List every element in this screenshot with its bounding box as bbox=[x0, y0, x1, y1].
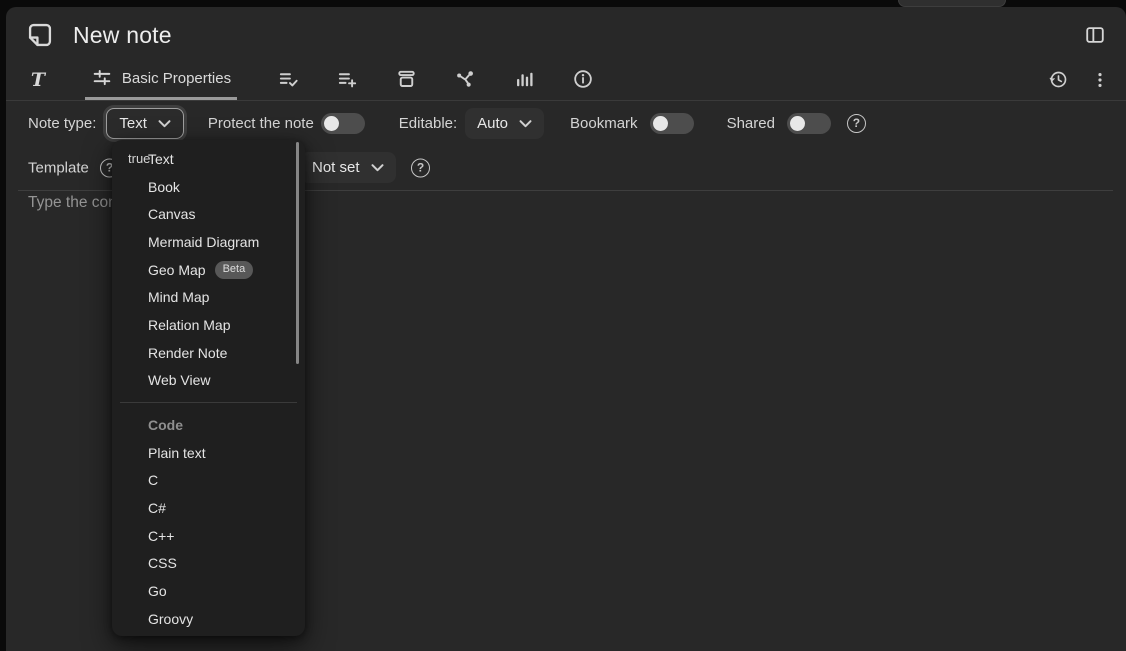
list-plus-icon bbox=[336, 68, 359, 91]
code-type-option-label: CSS bbox=[148, 555, 177, 571]
ribbon-right-group bbox=[1036, 59, 1122, 100]
shared-help-icon[interactable]: ? bbox=[847, 114, 866, 133]
note-type-list: true Text ✓ Book ✓ Canvas ✓ Mermaid Diag… bbox=[112, 140, 305, 394]
sliders-icon bbox=[91, 67, 113, 89]
note-title-row: New note bbox=[6, 7, 1126, 59]
note-type-option-label: Text bbox=[148, 151, 174, 167]
tab-basic-properties-label: Basic Properties bbox=[122, 70, 231, 87]
note-type-option[interactable]: ✓ Mermaid Diagram bbox=[112, 228, 305, 256]
note-type-select[interactable]: Text bbox=[106, 108, 184, 139]
archive-icon bbox=[395, 68, 418, 91]
tab-inherited-attributes[interactable] bbox=[318, 59, 377, 100]
code-type-option[interactable]: Groovy bbox=[112, 605, 305, 633]
note-type-option[interactable]: ✓ Canvas bbox=[112, 200, 305, 228]
code-type-option-label: Plain text bbox=[148, 445, 206, 461]
chevron-down-icon bbox=[371, 162, 384, 173]
tab-formatting[interactable]: T bbox=[20, 59, 56, 100]
basic-properties-row: Note type: Text Protect the note Editabl… bbox=[6, 101, 1126, 145]
kebab-menu-icon bbox=[1090, 70, 1110, 90]
window-tab-handle bbox=[898, 0, 1006, 7]
note-type-option[interactable]: ✓ Mind Map bbox=[112, 283, 305, 311]
code-type-option-label: C++ bbox=[148, 528, 174, 544]
list-check-icon bbox=[277, 68, 300, 91]
toggle-knob bbox=[790, 116, 805, 131]
code-section-header: Code bbox=[112, 411, 305, 439]
template-value: Not set bbox=[312, 159, 360, 176]
code-type-option[interactable]: Go bbox=[112, 577, 305, 605]
network-chart-icon bbox=[454, 68, 477, 91]
revisions-history-button[interactable] bbox=[1036, 59, 1080, 100]
note-type-option-label: Web View bbox=[148, 372, 211, 388]
note-type-option[interactable]: ✓ Render Note bbox=[112, 339, 305, 367]
code-type-option[interactable]: C# bbox=[112, 494, 305, 522]
split-pane-button[interactable] bbox=[1078, 18, 1112, 52]
editable-label: Editable: bbox=[399, 115, 457, 132]
tab-note-info[interactable] bbox=[554, 59, 613, 100]
note-type-option-label: Book bbox=[148, 179, 180, 195]
code-type-option[interactable]: CSS bbox=[112, 550, 305, 578]
toggle-knob bbox=[324, 116, 339, 131]
beta-badge: Beta bbox=[215, 261, 254, 279]
info-circle-icon bbox=[572, 68, 595, 91]
editable-value: Auto bbox=[477, 115, 508, 132]
shared-toggle[interactable] bbox=[787, 113, 831, 134]
note-type-option-label: Mermaid Diagram bbox=[148, 234, 259, 250]
template-label: Template bbox=[28, 159, 89, 176]
note-type-option-label: Mind Map bbox=[148, 289, 209, 305]
note-detail-panel: New note T bbox=[6, 7, 1126, 651]
note-type-option[interactable]: ✓ Relation Map bbox=[112, 311, 305, 339]
history-clock-icon bbox=[1048, 69, 1069, 90]
note-type-option-label: Render Note bbox=[148, 345, 227, 361]
template-select[interactable]: Not set bbox=[300, 152, 396, 183]
note-type-option[interactable]: ✓ Web View bbox=[112, 367, 305, 395]
tab-note-map[interactable] bbox=[495, 59, 554, 100]
note-type-option-label: Canvas bbox=[148, 206, 195, 222]
ribbon-tab-bar: T Basic Properties bbox=[6, 59, 1126, 101]
note-type-value: Text bbox=[119, 115, 147, 132]
bookmark-label: Bookmark bbox=[570, 115, 638, 132]
editable-select[interactable]: Auto bbox=[465, 108, 544, 139]
protect-note-toggle[interactable] bbox=[321, 113, 365, 134]
code-type-option-label: Groovy bbox=[148, 611, 193, 627]
shared-label: Shared bbox=[727, 115, 775, 132]
note-type-option[interactable]: ✓ Geo Map Beta bbox=[112, 256, 305, 284]
code-type-option[interactable]: Plain text bbox=[112, 439, 305, 467]
tab-basic-properties[interactable]: Basic Properties bbox=[85, 59, 237, 100]
bar-chart-icon bbox=[513, 68, 536, 91]
code-type-option-label: C bbox=[148, 472, 158, 488]
chevron-down-icon bbox=[519, 118, 532, 129]
note-icon bbox=[24, 19, 56, 51]
code-type-option-label: Go bbox=[148, 583, 167, 599]
chevron-down-icon bbox=[158, 118, 171, 129]
note-type-option[interactable]: true Text bbox=[112, 145, 305, 173]
note-type-option[interactable]: ✓ Book bbox=[112, 173, 305, 201]
check-icon: true bbox=[128, 151, 150, 166]
tab-owned-attributes[interactable] bbox=[259, 59, 318, 100]
dropdown-scrollbar-thumb[interactable] bbox=[296, 142, 299, 364]
code-type-list: Plain text C C# C++ CSS Go Groovy bbox=[112, 439, 305, 633]
serif-t-icon: T bbox=[31, 69, 45, 91]
note-title[interactable]: New note bbox=[73, 22, 172, 49]
template-help-icon[interactable]: ? bbox=[411, 158, 430, 177]
note-type-option-label: Geo Map bbox=[148, 262, 206, 278]
code-type-option-label: C# bbox=[148, 500, 166, 516]
note-type-label: Note type: bbox=[28, 115, 96, 132]
tab-note-paths[interactable] bbox=[436, 59, 495, 100]
protect-note-label: Protect the note bbox=[208, 115, 314, 132]
toggle-knob bbox=[653, 116, 668, 131]
note-type-option-label: Relation Map bbox=[148, 317, 231, 333]
bookmark-toggle[interactable] bbox=[650, 113, 694, 134]
app-window: New note T bbox=[0, 0, 1126, 651]
more-options-button[interactable] bbox=[1080, 59, 1120, 100]
menu-divider bbox=[120, 402, 297, 403]
note-type-dropdown-menu: true Text ✓ Book ✓ Canvas ✓ Mermaid Diag… bbox=[112, 140, 305, 636]
code-type-option[interactable]: C bbox=[112, 467, 305, 495]
tab-collections[interactable] bbox=[377, 59, 436, 100]
split-pane-icon bbox=[1084, 24, 1106, 46]
code-type-option[interactable]: C++ bbox=[112, 522, 305, 550]
